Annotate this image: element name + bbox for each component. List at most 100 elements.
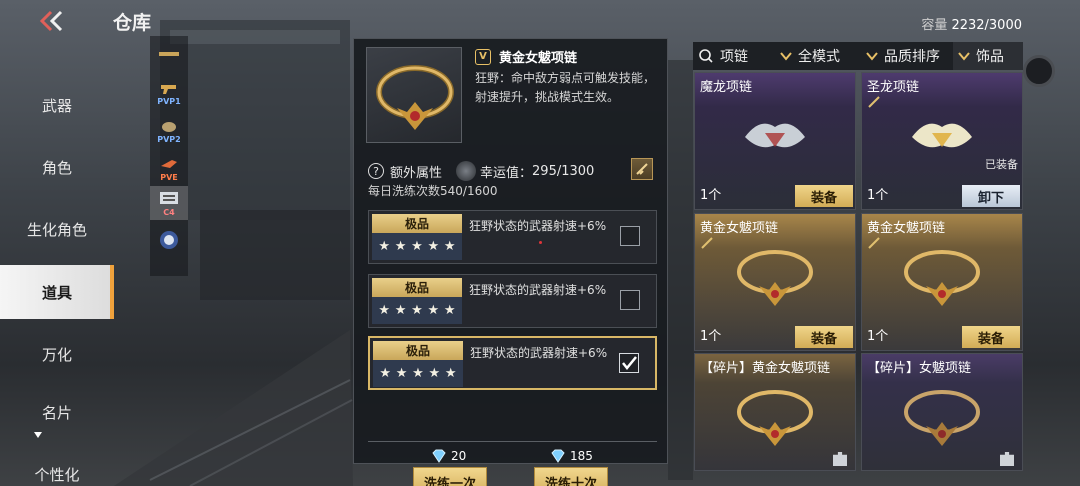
item-card[interactable]: 黄金女魃项链 1个 装备 [694,213,856,351]
bomb-icon [161,160,177,168]
mode-filter[interactable]: 全模式 [775,42,861,70]
nav-item-wanhua[interactable]: 万化 [0,327,114,381]
nav-item-personalize[interactable]: 个性化 [0,447,114,486]
gold-necklace-fragment-image [737,390,813,446]
scroll-toggle-button[interactable] [1023,55,1055,87]
card-count: 1个 [700,329,722,344]
nav-item-weapons[interactable]: 武器 [0,78,114,132]
dragon-necklace-image [745,123,805,148]
sub-item-tag: PVE [160,173,178,182]
attr-text: 狂野状态的武器射速+6% [469,219,607,233]
puzzle-piece-icon [1000,452,1014,466]
item-card[interactable]: 圣龙项链 已装备 1个 卸下 [861,72,1023,210]
item-card[interactable]: 黄金女魃项链 1个 装备 [861,213,1023,351]
daily-value: 540/1600 [440,184,498,198]
attr-lock-checkbox[interactable] [620,226,640,246]
sort-filter[interactable]: 品质排序 [861,42,953,70]
equip-button[interactable]: 装备 [962,326,1020,348]
sub-item-pvp1[interactable]: PVP1 [150,76,188,110]
daily-wash-count: 每日洗练次数540/1600 [368,182,498,199]
grenade-icon [162,122,176,132]
item-card[interactable]: 魔龙项链 1个 装备 [694,72,856,210]
card-name: 【碎片】女魃项链 [867,361,972,376]
category-filter[interactable]: 饰品 [953,42,1023,70]
grade-label: 极品 [372,214,462,233]
search-value: 项链 [720,49,748,65]
unequip-button[interactable]: 卸下 [962,185,1020,207]
sub-item-tag: C4 [163,208,175,217]
wash-once-cost-value: 20 [451,449,467,463]
sub-item-rifle[interactable] [150,38,188,72]
card-name: 圣龙项链 [867,80,920,95]
item-card[interactable]: 【碎片】黄金女魃项链 [694,353,856,471]
sub-item-helmet[interactable] [150,224,188,258]
star-icon: ★ [378,239,391,254]
attr-card-selected[interactable]: 极品 ★ ★ ★ ★ ★ 狂野状态的武器射速+6% [368,336,657,390]
luck-icon [456,161,477,181]
chevron-down-icon [958,52,970,61]
star-rating: ★ ★ ★ ★ ★ [373,360,463,387]
help-icon[interactable]: ? [368,163,384,179]
broken-lock-icon [701,237,713,249]
quality-icon: V [475,48,491,65]
sort-value: 品质排序 [884,49,940,65]
attr-card[interactable]: 极品 ★ ★ ★ ★ ★ 狂野状态的武器射速+6% [368,274,657,328]
star-icon: ★ [395,366,408,381]
nav-item-characters[interactable]: 角色 [0,140,114,194]
sub-item-pve[interactable]: PVE [150,152,188,186]
sub-item-tag: PVP2 [157,135,181,144]
sub-item-c4[interactable]: C4 [150,186,188,220]
search-filter[interactable]: 项链 [693,42,775,70]
star-icon: ★ [411,303,423,318]
pistol-icon [161,85,176,94]
attr-lock-checkbox-checked[interactable] [619,353,639,373]
item-description: 狂野：命中敌方弱点可触发技能，射速提升，挑战模式生效。 [475,71,656,104]
grade-badge: 极品 ★ ★ ★ ★ ★ [373,341,463,387]
gold-necklace-image [737,250,813,306]
puzzle-piece-icon [833,452,847,466]
back-button[interactable] [34,8,70,34]
nav-item-zombie-characters[interactable]: 生化角色 [0,202,114,256]
necklace-fragment-image [904,390,980,446]
card-count: 1个 [700,188,722,203]
double-chevron-left-icon [39,10,63,32]
nav-item-items[interactable]: 道具 [0,265,114,319]
equip-button[interactable]: 装备 [795,185,853,207]
star-icon: ★ [427,303,440,318]
necklace-image [376,65,454,130]
diamond-icon [551,449,565,463]
attr-card[interactable]: 极品 ★ ★ ★ ★ ★ 狂野状态的武器射速+6% [368,210,657,264]
sub-item-tag: PVP1 [157,97,181,106]
equip-button[interactable]: 装备 [795,326,853,348]
filter-bar: 项链 全模式 品质排序 饰品 [693,42,1023,70]
luck-label: 幸运值： [480,165,533,181]
item-card[interactable]: 【碎片】女魃项链 [861,353,1023,471]
sub-item-pvp2[interactable]: PVP2 [150,114,188,148]
star-rating: ★ ★ ★ ★ ★ [372,297,462,324]
holy-dragon-necklace-image [912,123,972,148]
star-rating: ★ ★ ★ ★ ★ [372,233,462,260]
attr-lock-checkbox[interactable] [620,290,640,310]
category-value: 饰品 [976,49,1004,65]
capacity-indicator: 容量 2232/3000 [921,14,1022,33]
grade-label: 极品 [373,341,463,360]
wash-ten-button[interactable]: 洗练十次 [534,467,608,486]
card-name: 魔龙项链 [700,80,753,95]
nav-item-namecards[interactable]: 名片 [0,385,114,439]
star-icon: ★ [427,239,440,254]
broken-lock-icon [868,237,880,249]
wash-ten-cost: 185 [549,449,593,463]
card-name: 黄金女魃项链 [867,221,946,236]
star-icon: ★ [379,366,392,381]
red-dot [539,241,542,244]
star-icon: ★ [428,366,441,381]
chevron-down-icon [780,52,792,61]
star-icon: ★ [412,366,424,381]
unlock-button[interactable] [631,158,653,180]
card-count: 1个 [867,188,889,203]
star-icon: ★ [443,239,456,254]
wash-once-button[interactable]: 洗练一次 [413,467,487,486]
broken-lock-icon [868,96,880,108]
page-title: 仓库 [113,12,152,34]
divider [368,441,657,442]
